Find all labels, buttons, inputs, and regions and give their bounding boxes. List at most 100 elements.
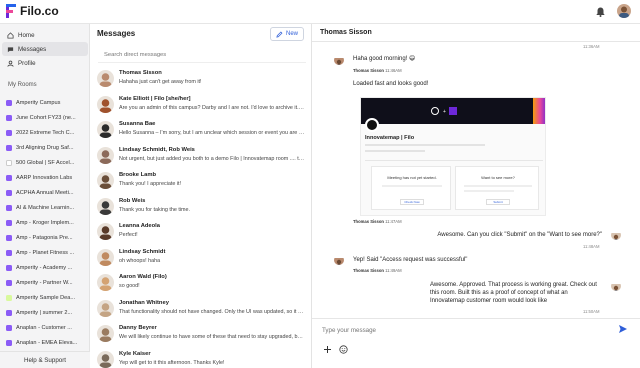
- conversation-avatar: [97, 325, 114, 342]
- message-time: 11:47AM: [385, 219, 402, 224]
- room-item[interactable]: Amp - Planet Fitness ...: [6, 246, 88, 259]
- message-meta: Thomas Sisson 11:47AM: [353, 219, 402, 224]
- room-item[interactable]: 2022 Extreme Tech C...: [6, 126, 88, 139]
- room-item[interactable]: Amperity Campus: [6, 96, 88, 109]
- conversation-preview: Are you an admin of this campus? Darby a…: [119, 104, 305, 111]
- bell-icon[interactable]: [596, 7, 605, 17]
- shared-screenshot[interactable]: + Innovatemap | Filo Meeting has not yet…: [360, 97, 546, 216]
- nav-profile-label: Profile: [18, 59, 36, 67]
- help-support-link[interactable]: Help & Support: [0, 351, 90, 368]
- room-item[interactable]: ACPHA Annual Meeti...: [6, 186, 88, 199]
- chat-bubble-icon: [7, 46, 14, 52]
- my-avatar: [611, 230, 621, 240]
- room-item[interactable]: Amperity | summer 2...: [6, 306, 88, 319]
- conversation-item[interactable]: Rob Weis Thank you for taking the time.: [90, 195, 312, 220]
- room-label: Amp - Planet Fitness ...: [16, 249, 75, 256]
- conversation-avatar: [97, 70, 114, 87]
- conversation-item[interactable]: Danny Beyrer We will likely continue to h…: [90, 322, 312, 347]
- room-item[interactable]: 500 Global | SF Accel...: [6, 156, 88, 169]
- conversation-preview: We will likely continue to have some of …: [119, 334, 305, 340]
- message-text: Awesome. Approved. That process is worki…: [430, 282, 597, 304]
- nav-home[interactable]: Home: [2, 28, 88, 42]
- filo-logo[interactable]: Filo.co: [6, 4, 59, 18]
- conversation-item[interactable]: Lindsay Schmidt, Rob Weis Not urgent, but…: [90, 144, 312, 169]
- new-message-button[interactable]: New: [270, 27, 304, 41]
- room-label: Anaplan - EMEA Eleva...: [16, 339, 78, 346]
- conversation-name: Jonathan Whitney: [119, 299, 169, 306]
- sender-avatar: [334, 55, 344, 65]
- top-bar: Filo.co: [0, 0, 640, 24]
- send-icon[interactable]: [618, 324, 628, 334]
- embed-meeting-card: Meeting has not yet started. Check Now: [371, 166, 451, 210]
- conversation-item[interactable]: Kyle Kaiser Yep will get to it this after…: [90, 348, 312, 368]
- chat-header: Thomas Sisson: [312, 24, 640, 42]
- conversation-name: Lindsay Schmidt: [119, 248, 166, 255]
- message-text: Loaded fast and looks good!: [353, 81, 429, 87]
- nav-profile[interactable]: Profile: [2, 56, 88, 70]
- embed-see-more-card: Want to see more? Submit: [455, 166, 539, 210]
- room-item[interactable]: Amperity - Partner W...: [6, 276, 88, 289]
- message-input[interactable]: [322, 323, 602, 337]
- room-item[interactable]: AARP Innovation Labs: [6, 171, 88, 184]
- room-avatar: [365, 118, 379, 132]
- room-item[interactable]: Amp - Patagonia Pre...: [6, 231, 88, 244]
- room-color-swatch: [6, 219, 12, 226]
- sender-name: Thomas Sisson: [353, 219, 384, 224]
- conversation-item[interactable]: Aaron Wald (Filo) so good!: [90, 271, 312, 296]
- message-text: Haha good morning! 😄: [353, 56, 416, 62]
- room-item[interactable]: Anaplan - EMEA Eleva...: [6, 336, 88, 349]
- user-icon: [7, 60, 14, 67]
- nav-messages[interactable]: Messages: [2, 42, 88, 56]
- message-meta: Thomas Sisson 11:49AM: [353, 268, 402, 273]
- room-item[interactable]: Amp - Kroger Implem...: [6, 216, 88, 229]
- room-color-swatch: [6, 189, 12, 196]
- conversation-avatar: [97, 274, 114, 291]
- conversation-avatar: [97, 248, 114, 266]
- conversation-avatar: [97, 146, 114, 164]
- timestamp: 11:50AM: [583, 309, 600, 314]
- app-root: Filo.co Home Messages Profile My Rooms A…: [0, 0, 640, 368]
- sender-name: Thomas Sisson: [353, 68, 384, 73]
- room-label: Amp - Patagonia Pre...: [16, 234, 73, 241]
- embed-room-name: Innovatemap | Filo: [365, 135, 415, 141]
- conversation-avatar: [97, 197, 114, 215]
- room-item[interactable]: Amperity Sample Dea...: [6, 291, 88, 304]
- conversation-item[interactable]: Kate Elliott | Filo [she/her] Are you an …: [90, 93, 312, 118]
- room-item[interactable]: June Cohort FY23 (ne...: [6, 111, 88, 124]
- room-label: Anaplan - Customer ...: [16, 324, 72, 331]
- conversation-name: Danny Beyrer: [119, 325, 157, 331]
- room-color-swatch: [6, 174, 12, 181]
- conversation-name: Kate Elliott | Filo [she/her]: [119, 95, 191, 102]
- timestamp: 11:36AM: [583, 44, 600, 49]
- room-item[interactable]: 3rd Aligning Drug Saf...: [6, 141, 88, 154]
- nav-messages-label: Messages: [18, 45, 47, 53]
- room-color-swatch: [6, 339, 12, 346]
- conversation-item[interactable]: Thomas Sisson Hahaha just can't get away …: [90, 67, 312, 92]
- room-item[interactable]: AI & Machine Learnin...: [6, 201, 88, 214]
- plus-icon[interactable]: [323, 345, 332, 354]
- conversation-name: Thomas Sisson: [119, 70, 162, 76]
- room-item[interactable]: Amperity - Academy ...: [6, 261, 88, 274]
- search-input[interactable]: [98, 48, 298, 61]
- conversation-avatar: [97, 121, 114, 138]
- room-label: Amperity | summer 2...: [16, 309, 73, 316]
- filo-mark-icon: [449, 107, 457, 115]
- conversation-preview: Not urgent, but just added you both to a…: [119, 155, 305, 162]
- emoji-icon[interactable]: [339, 345, 348, 354]
- nav-home-label: Home: [18, 31, 35, 39]
- room-color-swatch: [6, 279, 12, 286]
- sender-name: Thomas Sisson: [353, 268, 384, 273]
- messages-title: Messages: [97, 29, 136, 38]
- user-avatar[interactable]: [617, 4, 631, 18]
- conversation-avatar: [97, 223, 114, 240]
- room-color-swatch: [6, 129, 12, 136]
- room-label: 500 Global | SF Accel...: [16, 159, 75, 166]
- room-color-swatch: [6, 204, 12, 211]
- conversation-item[interactable]: Brooke Lamb Thank you! I appreciate it!: [90, 169, 312, 194]
- room-item[interactable]: Anaplan - Customer ...: [6, 321, 88, 334]
- conversation-item[interactable]: Susanna Bae Hello Susanna – I'm sorry, bu…: [90, 118, 312, 143]
- conversation-item[interactable]: Lindsay Schmidt oh whoops! haha: [90, 246, 312, 271]
- conversation-item[interactable]: Leanna Adeola Perfect!: [90, 220, 312, 245]
- room-color-swatch: [6, 144, 12, 151]
- conversation-item[interactable]: Jonathan Whitney That functionality shoul…: [90, 297, 312, 322]
